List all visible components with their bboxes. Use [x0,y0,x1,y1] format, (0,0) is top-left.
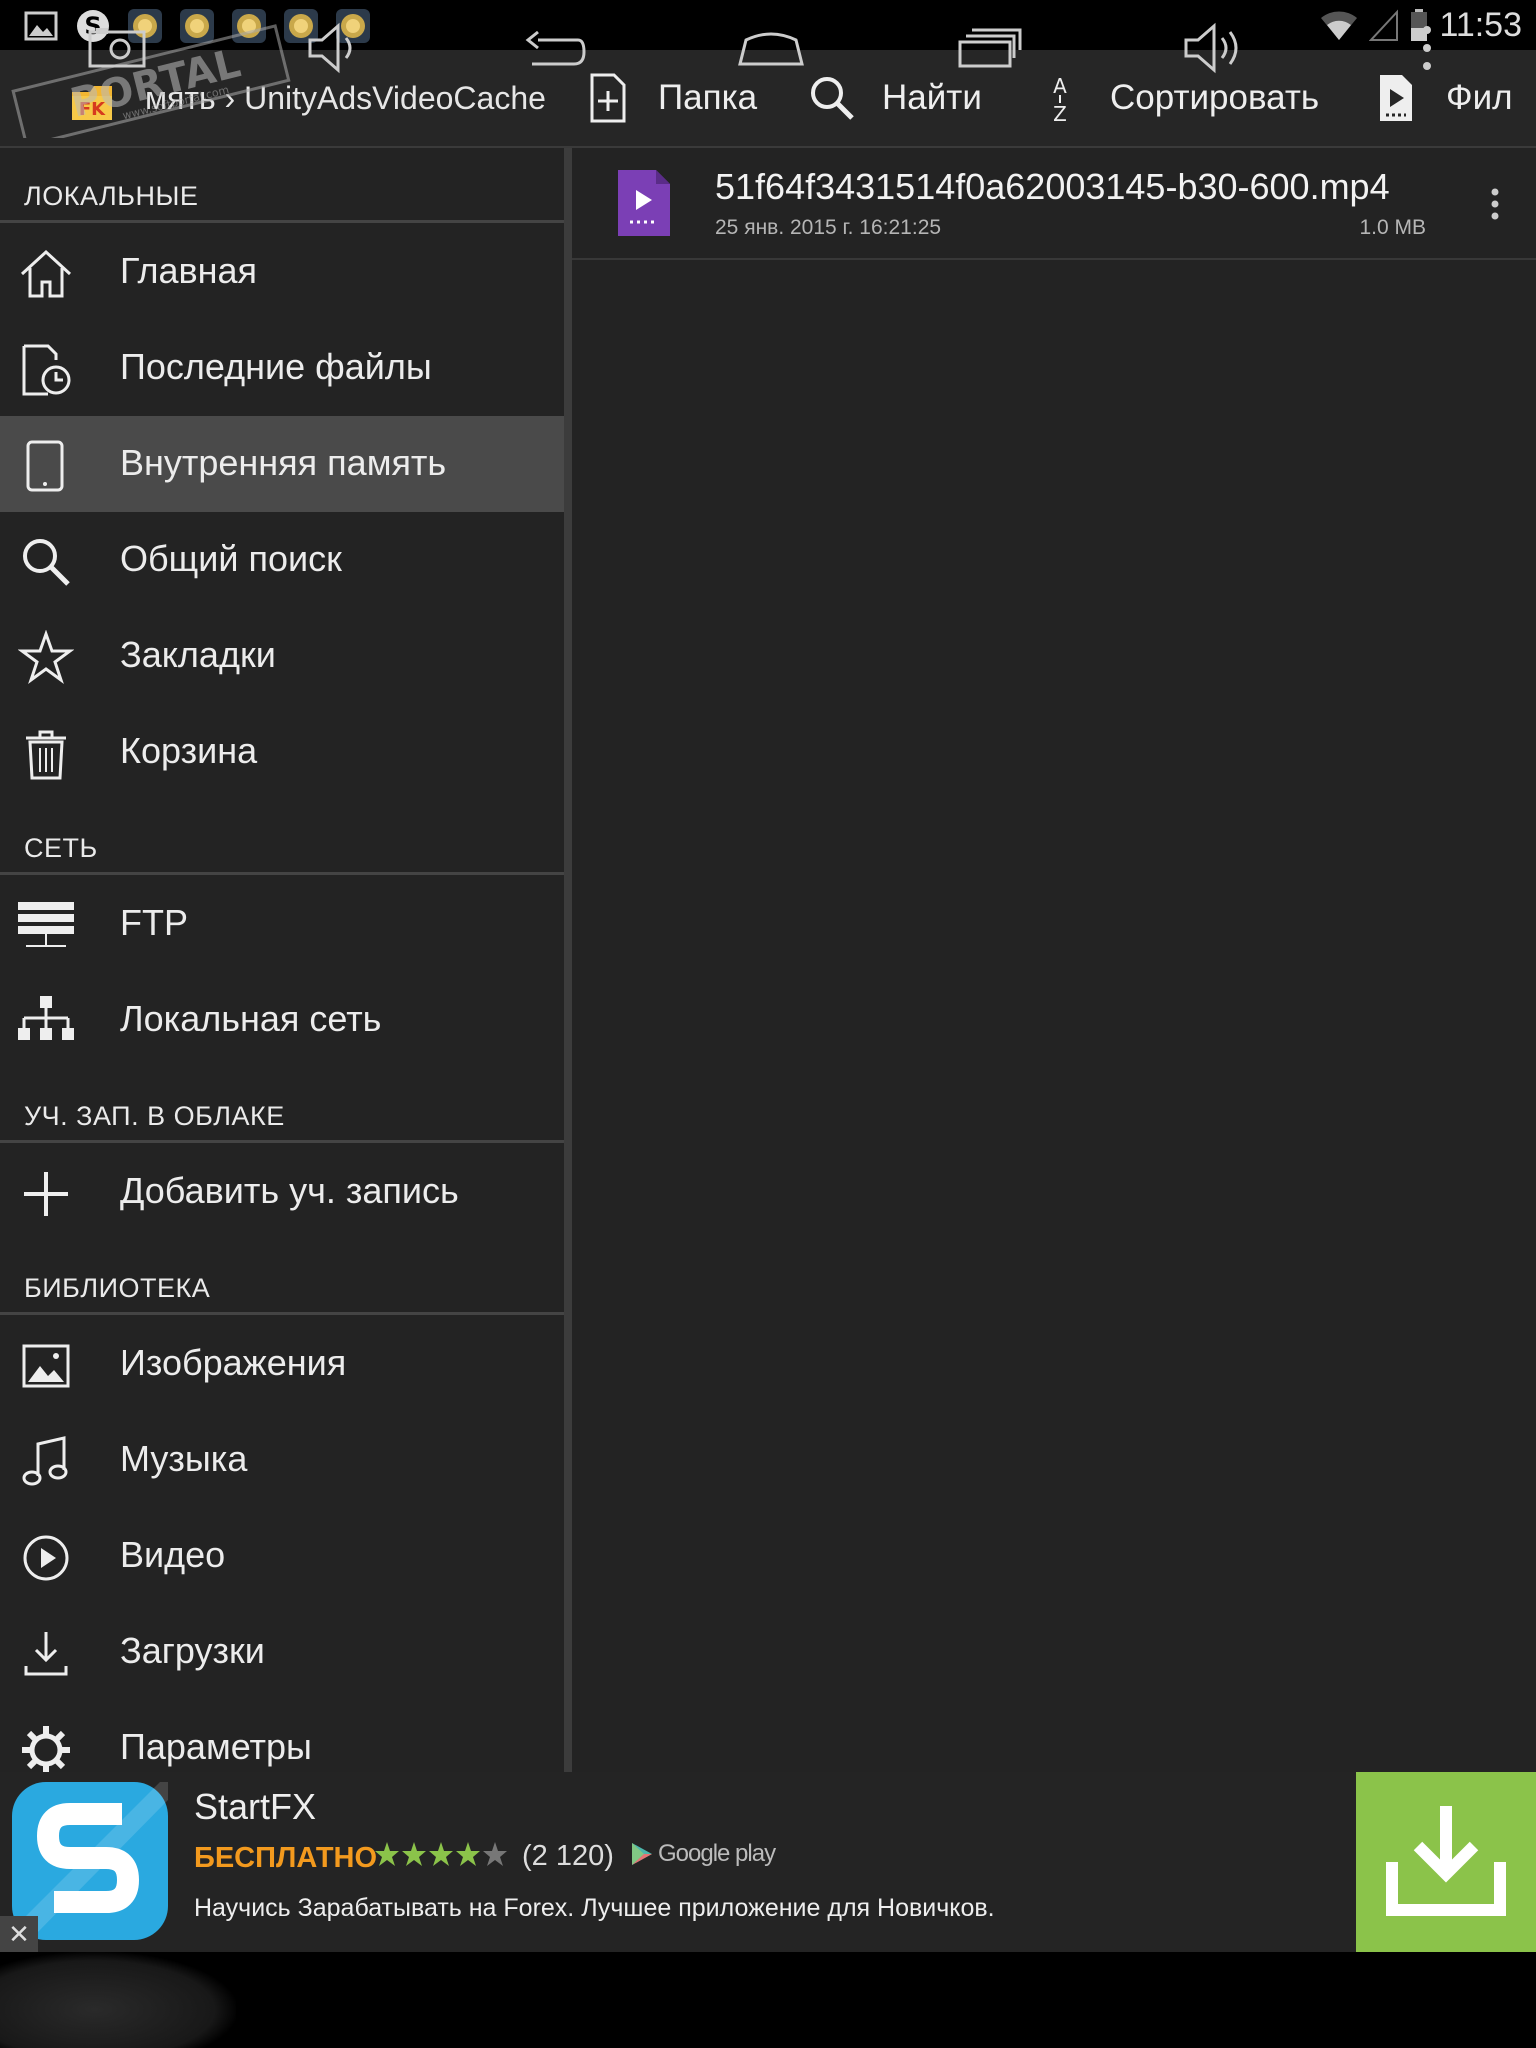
music-note-icon [22,1436,68,1486]
video-file-filter-icon [1380,75,1412,121]
back-icon[interactable] [518,20,588,76]
sidebar-item-label: Локальная сеть [120,998,382,1039]
ad-banner[interactable]: StartFX БЕСПЛАТНО (2 120) Google play На… [0,1772,1536,1952]
network-tree-icon [18,996,74,1040]
sidebar-item-label: Корзина [120,730,258,771]
sidebar-item-settings[interactable]: Параметры [0,1700,564,1772]
ad-description: Научись Зарабатывать на Forex. Лучшее пр… [194,1894,995,1922]
wifi-icon [1321,11,1358,40]
app-logo-icon[interactable]: FK [68,78,116,126]
sidebar-item-label: Главная [120,250,258,291]
video-file-icon [618,170,670,236]
ftp-server-icon [18,902,74,947]
home-nav-icon[interactable] [736,20,806,76]
sidebar-item-downloads[interactable]: Загрузки [0,1604,564,1700]
sidebar-item-label: Музыка [120,1438,248,1479]
sort-button[interactable]: AZ Сортировать [1036,50,1319,146]
gear-icon [22,1726,70,1772]
sidebar-item-label: Параметры [120,1726,312,1767]
svg-text:Z: Z [1053,102,1067,125]
image-icon [22,1344,70,1388]
sidebar-item-internal-storage[interactable]: Внутренняя память [0,416,564,512]
google-play-icon [632,1843,652,1865]
download-icon [24,1632,68,1676]
file-size: 1.0 MB [1359,216,1426,239]
sidebar-item-bookmarks[interactable]: Закладки [0,608,564,704]
ad-download-button[interactable] [1356,1772,1536,1952]
new-folder-label: Папка [658,78,758,117]
filter-label: Фил [1446,78,1513,117]
sidebar-item-trash[interactable]: Корзина [0,704,564,800]
screenshot-button-glow [0,1952,236,2048]
ad-close-button[interactable]: ✕ [0,1916,38,1952]
sidebar-item-ftp[interactable]: FTP [0,876,564,972]
sidebar-item-label: Закладки [120,634,276,675]
breadcrumb[interactable]: мять › UnityAdsVideoCache [145,80,546,117]
sidebar-item-images[interactable]: Изображения [0,1316,564,1412]
file-name: 51f64f3431514f0a62003145-b30-600.mp4 [715,166,1390,207]
section-header-library: БИБЛИОТЕКА [0,1240,564,1315]
sidebar-item-recent[interactable]: Последние файлы [0,320,564,416]
tablet-icon [26,440,64,492]
find-label: Найти [882,78,982,117]
sidebar-item-local-network[interactable]: Локальная сеть [0,972,564,1068]
sort-az-icon: AZ [1053,74,1067,125]
rating-count: (2 120) [522,1840,614,1872]
google-play-badge: Google play [630,1840,776,1868]
new-folder-icon [590,73,626,123]
sidebar-item-label: Добавить уч. запись [120,1170,459,1211]
download-icon [1386,1806,1506,1916]
more-vert-icon[interactable] [1392,20,1462,76]
file-row[interactable]: 51f64f3431514f0a62003145-b30-600.mp4 25 … [572,148,1536,260]
ad-price: БЕСПЛАТНО [194,1842,378,1874]
achievement-notification-icon [180,9,214,43]
sidebar-item-label: Общий поиск [120,538,342,579]
sidebar-item-search[interactable]: Общий поиск [0,512,564,608]
pane-divider[interactable] [564,148,572,1772]
sort-label: Сортировать [1110,78,1320,117]
ad-title: StartFX [194,1786,317,1827]
trash-icon [26,730,66,780]
achievement-notification-icon [232,9,266,43]
rating-stars [375,1842,507,1866]
sidebar-item-music[interactable]: Музыка [0,1412,564,1508]
sidebar-item-home[interactable]: Главная [0,224,564,320]
star-icon [18,630,74,684]
search-icon [811,77,854,120]
home-icon [20,249,72,298]
search-icon [23,539,70,586]
sidebar-item-label: FTP [120,902,188,943]
volume-up-icon[interactable] [1180,20,1250,76]
volume-down-icon[interactable] [300,20,370,76]
file-list: 51f64f3431514f0a62003145-b30-600.mp4 25 … [572,148,1536,1772]
file-date: 25 янв. 2015 г. 16:21:25 [715,216,942,239]
section-header-cloud: УЧ. ЗАП. В ОБЛАКЕ [0,1068,564,1143]
gallery-notification-icon [24,11,58,41]
sidebar-item-video[interactable]: Видео [0,1508,564,1604]
sidebar-drawer: ЛОКАЛЬНЫЕ Главная Последние файлы Внутре… [0,148,564,1772]
sidebar-item-label: Видео [120,1534,226,1575]
svg-text:A: A [1053,74,1067,98]
section-header-local: ЛОКАЛЬНЫЕ [0,148,564,223]
svg-text:FK: FK [79,99,106,120]
recent-files-icon [22,344,71,396]
play-circle-icon [23,1535,69,1581]
screenshot-icon[interactable] [82,20,152,76]
section-header-network: СЕТЬ [0,800,564,875]
sidebar-item-add-account[interactable]: Добавить уч. запись [0,1144,564,1240]
new-folder-button[interactable]: Папка [584,50,757,146]
recent-apps-icon[interactable] [954,20,1024,76]
sidebar-item-label: Загрузки [120,1630,265,1671]
sidebar-item-label: Внутренняя память [120,442,447,483]
sidebar-item-label: Изображения [120,1342,347,1383]
more-vert-icon[interactable] [1488,186,1502,222]
sidebar-item-label: Последние файлы [120,346,432,387]
plus-icon [24,1172,68,1216]
